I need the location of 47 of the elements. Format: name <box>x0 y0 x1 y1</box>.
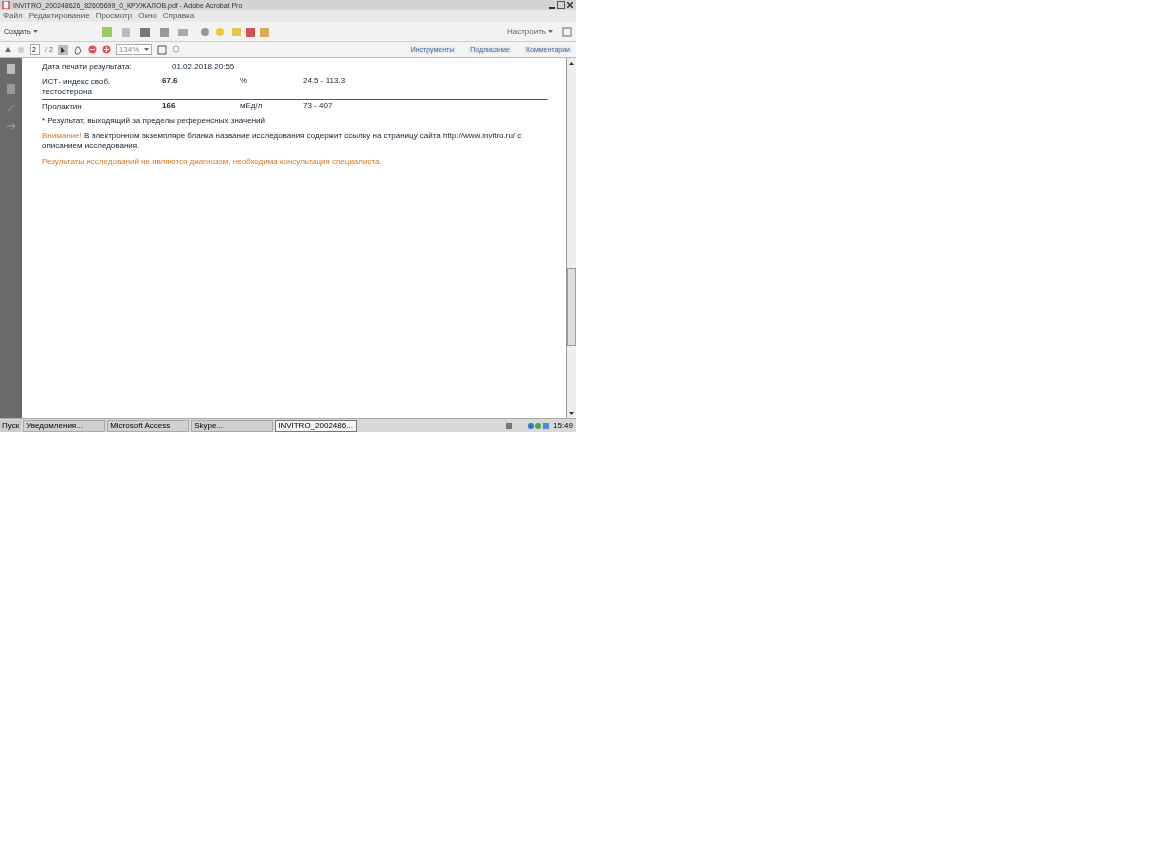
scroll-thumb[interactable] <box>567 268 576 346</box>
clock: 15:49 <box>552 421 573 430</box>
zoom-out-icon[interactable] <box>87 45 97 54</box>
scroll-up-icon[interactable] <box>569 61 574 65</box>
menu-item[interactable]: Окно <box>138 12 157 20</box>
reference-range: 73 - 407 <box>303 102 333 110</box>
zoom-field[interactable]: 134% <box>115 44 152 55</box>
taskbar-button[interactable]: Microsoft Access <box>107 419 190 432</box>
tray-icons-drawing[interactable] <box>505 421 550 430</box>
taskbar-button[interactable]: Уведомления... <box>23 419 106 432</box>
vertical-scrollbar[interactable] <box>566 58 576 418</box>
menu-item[interactable]: Редактирование <box>28 12 90 20</box>
fit-page-icon[interactable] <box>156 44 167 55</box>
test-name: ИСТ- индекс своб. тестостерона <box>42 77 112 97</box>
print-date-label: Дата печати результата: <box>42 63 133 71</box>
notice-text: Внимание! В электронном экземпляре бланка название исследования содержит ссылку на страницу сайта http://www.invitro.ru/ с описанием исследования. <box>42 131 523 151</box>
scroll-down-icon[interactable] <box>569 411 574 415</box>
result-value: 166 <box>162 102 177 110</box>
search-icon[interactable] <box>171 45 181 54</box>
previous-page-icon[interactable] <box>4 45 12 54</box>
website-link[interactable]: http://www.invitro.ru/ <box>443 131 516 140</box>
footnote: * Результат, выходящий за пределы референсных значений <box>42 117 267 125</box>
close-button[interactable] <box>566 1 574 9</box>
expand-icon[interactable] <box>562 26 572 37</box>
reference-range: 24.5 - 113.3 <box>303 77 346 85</box>
taskbar-button[interactable]: Skype... <box>191 419 274 432</box>
caret-icon <box>32 30 38 33</box>
select-tool-icon[interactable] <box>57 44 68 55</box>
caret-icon <box>548 30 553 33</box>
page-thumbnails-icon[interactable] <box>7 64 15 74</box>
print-date-value: 01.02.2018 20:55 <box>172 63 235 71</box>
menu-item[interactable]: Файл <box>3 12 23 20</box>
result-value: 67.6 <box>162 77 179 85</box>
unit: % <box>240 77 249 85</box>
attachment-icon[interactable] <box>6 122 16 130</box>
caret-icon <box>143 48 149 51</box>
menu-item[interactable]: Просмотр <box>95 12 133 20</box>
disclaimer-text: Результаты исследований не являются диагнозом, необходима консультация специалиста. <box>42 158 383 166</box>
unit: мЕд/л <box>240 102 264 110</box>
customize-dropdown[interactable]: Настроить <box>503 27 556 36</box>
menu-item[interactable]: Справка <box>162 12 195 20</box>
taskbar-button[interactable]: INVITRO_2002486... <box>275 419 358 432</box>
pen-icon[interactable] <box>7 104 15 112</box>
test-name: Пролактин <box>42 102 83 112</box>
start-button[interactable]: Пуск <box>0 419 22 432</box>
zoom-in-icon[interactable] <box>101 45 111 54</box>
maximize-button[interactable] <box>557 1 565 9</box>
